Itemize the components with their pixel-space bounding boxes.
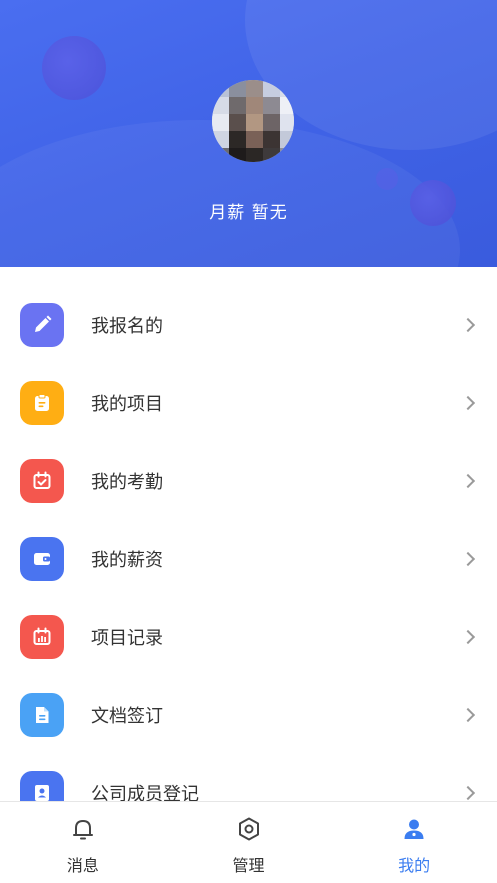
profile-header: 月薪 暂无: [0, 0, 497, 267]
header-bubble-small: [376, 168, 398, 190]
menu-item-label: 项目记录: [91, 628, 163, 649]
user-icon: [401, 816, 427, 846]
chevron-right-icon: [460, 551, 476, 567]
tab-label: 消息: [66, 856, 99, 875]
document-icon: [20, 693, 64, 737]
tab-management[interactable]: 管理: [166, 802, 332, 883]
menu-item-label: 我报名的: [91, 316, 163, 337]
chevron-right-icon: [460, 707, 476, 723]
tab-label: 管理: [232, 856, 265, 875]
menu-item-my-projects[interactable]: 我的项目: [0, 364, 497, 442]
menu-item-label: 我的薪资: [91, 550, 163, 571]
chevron-right-icon: [460, 473, 476, 489]
hexagon-icon: [236, 816, 262, 846]
bell-icon: [70, 816, 96, 846]
user-status-text: 月薪 暂无: [209, 203, 288, 223]
calendar-check-icon: [20, 459, 64, 503]
wallet-icon: [20, 537, 64, 581]
clipboard-icon: [20, 381, 64, 425]
menu-item-label: 文档签订: [91, 706, 163, 727]
menu-item-document-signing[interactable]: 文档签订: [0, 676, 497, 754]
tab-messages[interactable]: 消息: [0, 802, 166, 883]
pencil-icon: [20, 303, 64, 347]
chevron-right-icon: [460, 395, 476, 411]
menu-item-label: 我的考勤: [91, 472, 163, 493]
menu-item-attendance[interactable]: 我的考勤: [0, 442, 497, 520]
chevron-right-icon: [460, 317, 476, 333]
menu-item-project-records[interactable]: 项目记录: [0, 598, 497, 676]
tab-label: 我的: [398, 856, 431, 875]
bar-chart-calendar-icon: [20, 615, 64, 659]
profile-menu-list: 我报名的 我的项目 我的考勤 我的薪资 项目记录 文档签订 公司成员登记: [0, 286, 497, 832]
menu-item-salary[interactable]: 我的薪资: [0, 520, 497, 598]
header-bubble-left: [42, 36, 106, 100]
menu-item-label: 我的项目: [91, 394, 163, 415]
chevron-right-icon: [460, 785, 476, 801]
app-screen: 月薪 暂无 我报名的 我的项目 我的考勤 我的薪资 项目记录 文档签订 公司成员…: [0, 0, 497, 883]
chevron-right-icon: [460, 629, 476, 645]
tab-mine[interactable]: 我的: [331, 802, 497, 883]
avatar[interactable]: [212, 80, 294, 162]
bottom-tab-bar: 消息 管理 我的: [0, 801, 497, 883]
menu-item-registered[interactable]: 我报名的: [0, 286, 497, 364]
